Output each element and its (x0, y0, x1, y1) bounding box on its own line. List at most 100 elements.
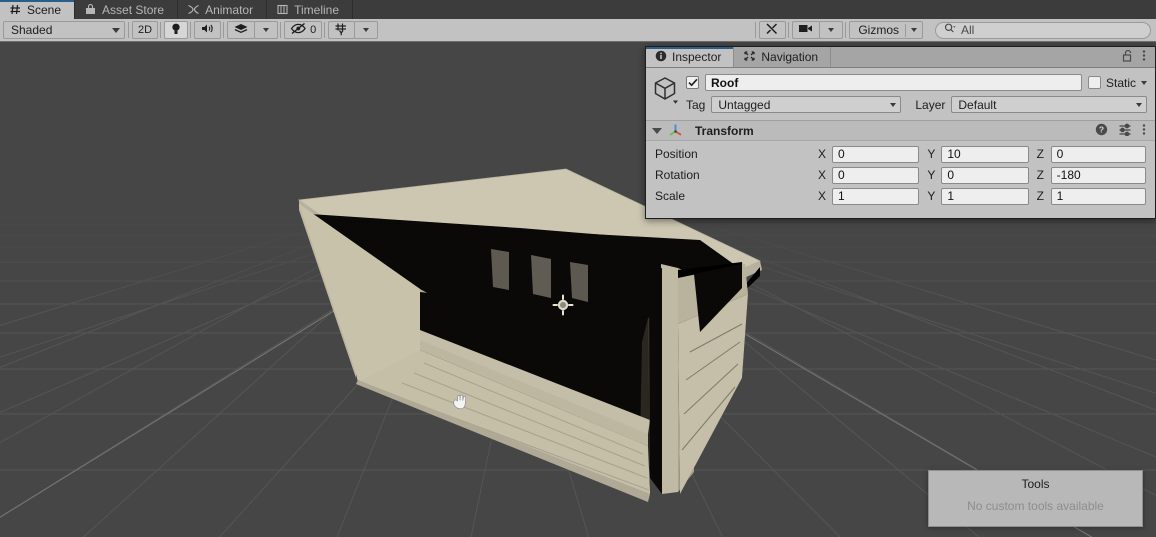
value: 1 (838, 189, 845, 203)
value: 10 (947, 147, 961, 161)
rotation-y-input[interactable]: 0 (941, 166, 1029, 184)
gizmos-label: Gizmos (858, 23, 899, 37)
kebab-menu-icon[interactable] (1142, 123, 1146, 139)
toolbar-divider (280, 22, 282, 38)
help-icon[interactable]: ? (1095, 123, 1108, 139)
transform-component-header[interactable]: Transform ? (646, 120, 1155, 141)
kebab-menu-icon[interactable] (1142, 49, 1146, 65)
info-icon (655, 50, 667, 65)
rotation-x-input[interactable]: 0 (832, 166, 920, 184)
grid-visibility-button[interactable] (328, 21, 356, 39)
axis-label-z: Z (1036, 147, 1044, 161)
toggle-audio-button[interactable] (194, 21, 222, 39)
transform-header-tools: ? (1095, 123, 1146, 139)
tools-panel-title: Tools (1021, 477, 1050, 491)
tab-scene[interactable]: Scene (0, 0, 76, 19)
draw-mode-dropdown[interactable]: Shaded (3, 21, 125, 39)
scene-search-input[interactable]: All (935, 21, 1151, 39)
toggle-2d-button[interactable]: 2D (132, 21, 159, 39)
toggle-lighting-button[interactable] (164, 21, 189, 39)
chevron-down-icon (828, 28, 835, 32)
transform-title: Transform (695, 123, 754, 138)
gizmos-dropdown[interactable] (906, 28, 922, 32)
speaker-icon (200, 22, 215, 38)
gameobject-name-input[interactable]: Roof (705, 74, 1082, 91)
row-label: Scale (655, 189, 686, 203)
toolbar-divider (190, 22, 192, 38)
component-tools-button[interactable] (759, 21, 787, 39)
scale-y-input[interactable]: 1 (941, 187, 1029, 205)
static-control[interactable]: Static (1087, 76, 1147, 90)
lock-open-icon[interactable] (1122, 49, 1133, 65)
gameobject-enabled-checkbox[interactable] (686, 76, 699, 89)
value: 0 (838, 168, 845, 182)
transform-axis-icon (668, 122, 683, 140)
preset-icon[interactable] (1118, 123, 1132, 139)
scene-effects-button[interactable] (227, 21, 256, 39)
tag-dropdown[interactable]: Untagged (711, 96, 902, 113)
hidden-objects-count: 0 (310, 24, 317, 36)
inspector-header-tools (1122, 47, 1155, 67)
chevron-down-icon[interactable] (1141, 80, 1147, 85)
value: 1 (947, 189, 955, 203)
axis-y: Y 1 (927, 187, 1036, 205)
gizmos-control[interactable]: Gizmos (849, 21, 923, 39)
prefab-cube-icon[interactable] (654, 74, 686, 106)
tab-timeline[interactable]: Timeline (267, 0, 353, 19)
axis-z: Z -180 (1037, 166, 1146, 184)
tag-label: Tag (686, 97, 706, 112)
tools-panel-empty-message: No custom tools available (967, 499, 1104, 513)
scene-toolbar: Shaded 2D 0 Gizmos All (0, 19, 1156, 42)
axis-label-y: Y (927, 189, 936, 203)
search-placeholder-text: All (961, 23, 975, 37)
tab-label: Inspector (672, 50, 722, 64)
two-d-label: 2D (138, 24, 153, 36)
tag-layer-row: Tag Untagged Layer Default (686, 96, 1147, 113)
grid-visibility-dropdown[interactable] (354, 21, 379, 39)
scale-z-input[interactable]: 1 (1050, 187, 1146, 205)
tab-animator[interactable]: Animator (178, 0, 268, 19)
transform-foldout-arrow[interactable] (652, 127, 662, 134)
scene-effects-dropdown[interactable] (254, 21, 279, 39)
eye-off-icon (290, 22, 307, 38)
editor-tab-bar: Scene Asset Store Animator Timeline (0, 0, 1156, 19)
value: 0 (1056, 147, 1064, 161)
static-checkbox[interactable] (1087, 76, 1101, 89)
chevron-down-icon (363, 28, 370, 32)
axis-label-y: Y (927, 147, 936, 161)
interior-pillar-2 (531, 255, 551, 298)
tab-asset-store[interactable]: Asset Store (75, 0, 179, 19)
row-label: Position (655, 147, 698, 161)
axis-x: X 0 (818, 145, 927, 163)
chevron-down-icon (911, 28, 917, 32)
gameobject-header: Roof Static Tag Untagged Layer Default (646, 68, 1155, 113)
toolbar-divider (755, 22, 757, 38)
value: -180 (1056, 168, 1081, 182)
axis-x: X 0 (818, 166, 927, 184)
transform-row-rotation: Rotation X 0 Y 0 Z -180 (655, 166, 1146, 184)
layer-label: Layer (915, 97, 946, 112)
axis-label-z: Z (1036, 189, 1044, 203)
rotation-z-input[interactable]: -180 (1050, 166, 1146, 184)
inspector-panel: Inspector Navigation Roof Static Tag Unt… (645, 46, 1156, 219)
scene-camera-dropdown[interactable] (819, 21, 844, 39)
name-row: Roof Static (686, 74, 1147, 91)
tab-inspector[interactable]: Inspector (646, 47, 735, 67)
interior-pillar-1 (491, 249, 509, 290)
lightbulb-icon (170, 22, 182, 39)
toolbar-divider (128, 22, 129, 38)
position-y-input[interactable]: 10 (941, 145, 1029, 163)
hidden-objects-button[interactable]: 0 (284, 21, 323, 39)
position-z-input[interactable]: 0 (1050, 145, 1146, 163)
row-label: Rotation (655, 168, 700, 182)
tools-overlay-panel[interactable]: Tools No custom tools available (928, 470, 1143, 527)
layer-dropdown[interactable]: Default (951, 96, 1147, 113)
scene-camera-button[interactable] (792, 21, 821, 39)
value: 0 (947, 168, 955, 182)
gameobject-name-value: Roof (711, 75, 739, 90)
tab-navigation[interactable]: Navigation (734, 47, 832, 67)
scale-x-input[interactable]: 1 (832, 187, 920, 205)
axis-z: Z 1 (1036, 187, 1146, 205)
tools-icon (765, 22, 780, 39)
position-x-input[interactable]: 0 (832, 145, 920, 163)
